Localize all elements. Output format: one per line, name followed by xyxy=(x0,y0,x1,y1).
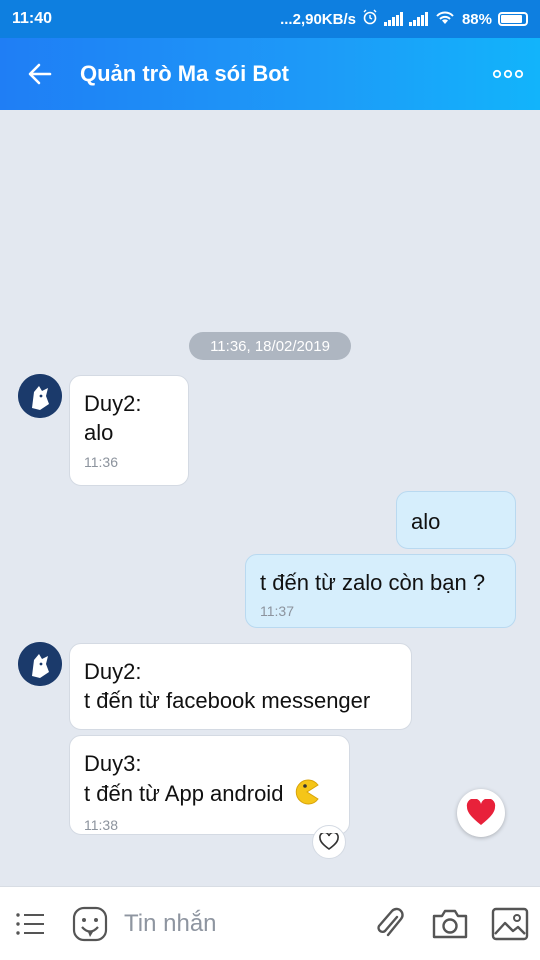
message-text: alo xyxy=(84,419,114,445)
like-button[interactable] xyxy=(312,825,346,859)
chat-title[interactable]: Quản trò Ma sói Bot xyxy=(80,61,289,87)
attach-button[interactable] xyxy=(360,887,420,960)
status-time: 11:40 xyxy=(12,10,53,27)
camera-button[interactable] xyxy=(420,887,480,960)
back-button[interactable] xyxy=(0,38,80,110)
image-icon xyxy=(491,907,529,940)
status-bar: 11:40 ...2,90KB/s 88% xyxy=(0,0,540,38)
wifi-icon xyxy=(434,9,456,29)
heart-outline-icon xyxy=(319,833,339,850)
message-bubble-incoming[interactable]: Duy2: t đến từ facebook messenger xyxy=(69,643,412,730)
bot-avatar[interactable] xyxy=(18,374,62,418)
network-speed: ...2,90KB/s xyxy=(280,10,356,28)
attachment-icon xyxy=(377,907,404,936)
sticker-icon xyxy=(72,906,108,941)
bot-avatar[interactable] xyxy=(18,642,62,686)
status-right: ...2,90KB/s 88% xyxy=(280,9,528,29)
message-time: 11:36 xyxy=(84,454,118,471)
camera-icon xyxy=(432,909,468,938)
message-bubble-outgoing[interactable]: t đến từ zalo còn bạn ? 11:37 xyxy=(245,554,516,628)
reaction-heart-button[interactable] xyxy=(457,789,505,837)
alarm-icon xyxy=(362,9,378,29)
arrow-left-icon xyxy=(28,63,52,85)
menu-button[interactable] xyxy=(0,887,60,960)
wolf-avatar-icon xyxy=(18,642,62,686)
date-separator: 11:36, 18/02/2019 xyxy=(189,332,351,360)
message-time: 11:37 xyxy=(260,602,294,619)
message-sender: Duy2: xyxy=(84,659,142,684)
message-bubble-incoming[interactable]: Duy3: t đến từ App android 11:38 xyxy=(69,735,350,835)
image-button[interactable] xyxy=(480,887,540,960)
menu-icon xyxy=(16,912,44,935)
message-bubble-incoming[interactable]: Duy2: alo 11:36 xyxy=(69,375,189,486)
sticker-button[interactable] xyxy=(60,887,120,960)
message-time: 11:38 xyxy=(84,817,118,834)
message-input-bar: Tin nhắn xyxy=(0,886,540,960)
battery-icon xyxy=(498,12,528,26)
message-text: t đến từ facebook messenger xyxy=(84,687,371,713)
more-options-button[interactable] xyxy=(476,38,540,110)
wolf-avatar-icon xyxy=(18,374,62,418)
battery-percent: 88% xyxy=(461,10,492,28)
message-sender: Duy2: xyxy=(84,391,142,416)
pacman-emoji xyxy=(294,779,320,813)
message-bubble-outgoing[interactable]: alo xyxy=(396,491,516,549)
heart-icon xyxy=(466,799,496,825)
signal-icon-2 xyxy=(408,12,428,26)
more-horizontal-icon xyxy=(492,69,524,79)
message-text: alo xyxy=(411,509,441,534)
message-sender: Duy3: xyxy=(84,751,142,776)
chat-area[interactable]: 11:36, 18/02/2019 Duy2: alo 11:36 alo t … xyxy=(0,110,540,886)
message-text: t đến từ App android xyxy=(84,780,284,806)
chat-header: Quản trò Ma sói Bot xyxy=(0,38,540,110)
signal-icon-1 xyxy=(383,12,403,26)
message-input[interactable]: Tin nhắn xyxy=(120,910,360,938)
message-text: t đến từ zalo còn bạn ? xyxy=(260,570,486,595)
